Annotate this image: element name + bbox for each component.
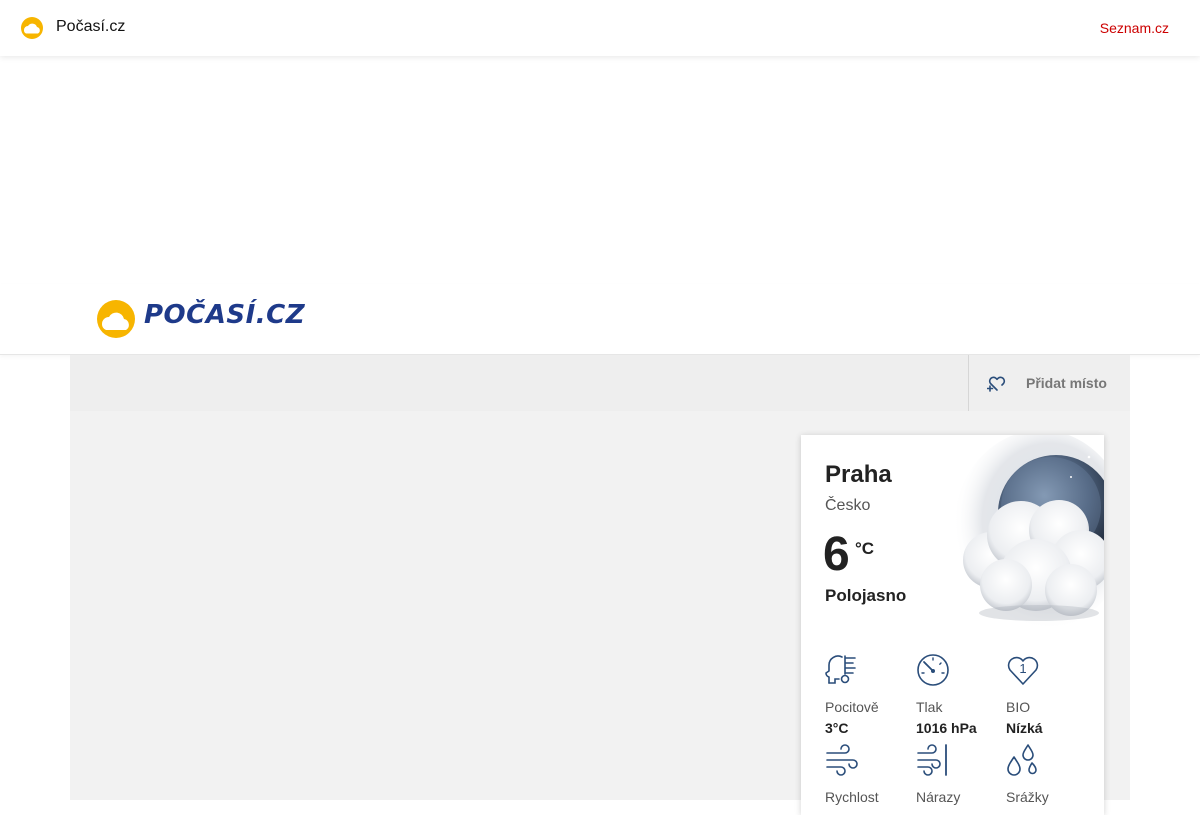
bio-heart-icon: 1: [1007, 656, 1039, 685]
ad-space: [0, 56, 1200, 284]
current-weather-card: Praha Česko 6 °C Polojasno Pocitově 3°C …: [801, 435, 1104, 815]
metric-value: 1016 hPa: [916, 720, 977, 736]
feels-like-icon: [825, 655, 856, 684]
heart-plus-icon: [987, 376, 1006, 392]
site-name[interactable]: Počasí.cz: [56, 18, 125, 36]
sun-logo-icon[interactable]: [20, 16, 44, 40]
main-content: Přidat místo Praha Česko 6 °C Polojasno: [70, 355, 1130, 815]
add-place-button[interactable]: Přidat místo: [968, 355, 1130, 411]
weather-condition: Polojasno: [825, 586, 907, 605]
precipitation-icon: [1007, 744, 1037, 776]
wind-speed-icon: [826, 744, 858, 776]
temperature-value: 6: [823, 528, 850, 581]
country-name: Česko: [825, 497, 871, 514]
temperature-unit: °C: [855, 539, 875, 558]
nav-row: Přidat místo: [70, 355, 1130, 411]
add-place-label: Přidat místo: [1026, 375, 1107, 391]
metric-label: Tlak: [916, 699, 943, 715]
partly-cloudy-night-icon: [953, 435, 1104, 630]
metric-label: Pocitově: [825, 699, 879, 715]
pocasi-logo-icon[interactable]: [96, 299, 136, 339]
seznam-link[interactable]: Seznam.cz: [1100, 20, 1169, 36]
metric-label: BIO: [1006, 699, 1031, 715]
metric-label: Rychlost: [825, 789, 879, 805]
site-header: POČASÍ.CZ: [0, 284, 1200, 355]
pressure-gauge-icon: [917, 654, 949, 686]
metric-label: Nárazy: [916, 789, 961, 805]
city-name: Praha: [825, 461, 892, 488]
top-bar: Počasí.cz Seznam.cz: [0, 0, 1200, 56]
metric-label: Srážky: [1006, 789, 1049, 805]
wind-gusts-icon: [917, 744, 947, 776]
bio-level-text: 1: [1019, 661, 1026, 676]
metric-value: Nízká: [1006, 720, 1043, 736]
logo-text[interactable]: POČASÍ.CZ: [144, 300, 305, 330]
metric-value: 3°C: [825, 720, 849, 736]
